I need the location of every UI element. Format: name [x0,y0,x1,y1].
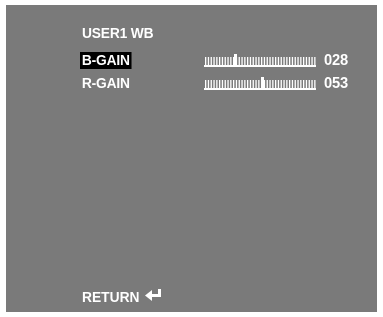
slider-tick [269,57,271,65]
slider-tick [311,57,313,65]
b-gain-slider[interactable] [204,54,316,67]
slider-tick [258,80,260,88]
slider-tick [258,57,260,65]
slider-tick [230,57,232,65]
slider-tick [286,57,288,65]
menu-item-b-gain[interactable]: B-GAIN [80,52,132,69]
slider-tick [286,80,288,88]
slider-track [204,65,316,67]
slider-tick [216,57,218,65]
slider-tick [272,80,274,88]
slider-tick [233,80,235,88]
slider-tick [241,57,243,65]
slider-tick [289,80,291,88]
slider-tick [221,57,224,65]
slider-tick [305,57,308,65]
slider-tick [303,80,305,88]
menu-title: USER1 WB [82,25,154,42]
slider-tick [266,80,268,88]
slider-tick [294,80,296,88]
slider-tick [277,57,280,65]
slider-tick [314,57,316,65]
slider-tick [247,57,249,65]
slider-track [204,88,316,90]
slider-tick [238,80,240,88]
slider-tick [297,57,299,65]
slider-tick [283,80,285,88]
slider-tick [263,57,266,65]
slider-tick [252,57,254,65]
slider-tick [272,57,274,65]
slider-tick [207,80,210,88]
slider-tick [303,57,305,65]
return-arrow-icon [144,288,163,307]
slider-tick [280,80,282,88]
slider-tick [205,57,207,65]
slider-tick [297,80,299,88]
slider-tick [300,80,302,88]
slider-tick [300,57,302,65]
slider-tick [224,80,226,88]
r-gain-value: 053 [324,75,349,92]
slider-tick [308,57,310,65]
slider-tick [305,80,308,88]
slider-tick [219,57,221,65]
slider-tick [255,80,257,88]
slider-tick [235,80,238,88]
slider-tick [205,80,207,88]
osd-screen: USER1 WB B-GAIN 028 R-GAIN 053 RETURN [6,5,377,312]
slider-tick [289,57,291,65]
slider-tick [210,57,212,65]
slider-tick [241,80,243,88]
return-button[interactable]: RETURN [82,288,163,306]
slider-tick [227,57,229,65]
b-gain-value: 028 [324,52,349,69]
slider-tick [224,57,226,65]
slider-tick [294,57,296,65]
slider-tick [244,57,246,65]
slider-tick [213,80,215,88]
slider-tick [238,57,240,65]
slider-tick [252,80,254,88]
slider-tick [216,80,218,88]
slider-knob [234,54,237,67]
slider-tick [249,57,252,65]
slider-knob [261,77,264,90]
slider-tick [221,80,224,88]
slider-tick [291,57,294,65]
slider-tick [255,57,257,65]
slider-tick [261,57,263,65]
menu-item-r-gain[interactable]: R-GAIN [80,75,132,92]
slider-tick [247,80,249,88]
slider-tick [219,80,221,88]
return-label: RETURN [82,288,140,306]
slider-tick [314,80,316,88]
slider-tick [275,57,277,65]
slider-tick [311,80,313,88]
slider-tick [230,80,232,88]
slider-tick [244,80,246,88]
r-gain-slider[interactable] [204,77,316,90]
slider-tick [275,80,277,88]
slider-tick [266,57,268,65]
slider-tick [308,80,310,88]
slider-tick [213,57,215,65]
slider-tick [207,57,210,65]
slider-tick [227,80,229,88]
slider-tick [280,57,282,65]
slider-tick [210,80,212,88]
slider-tick [269,80,271,88]
slider-tick [291,80,294,88]
slider-tick [277,80,280,88]
slider-tick [283,57,285,65]
slider-tick [249,80,252,88]
